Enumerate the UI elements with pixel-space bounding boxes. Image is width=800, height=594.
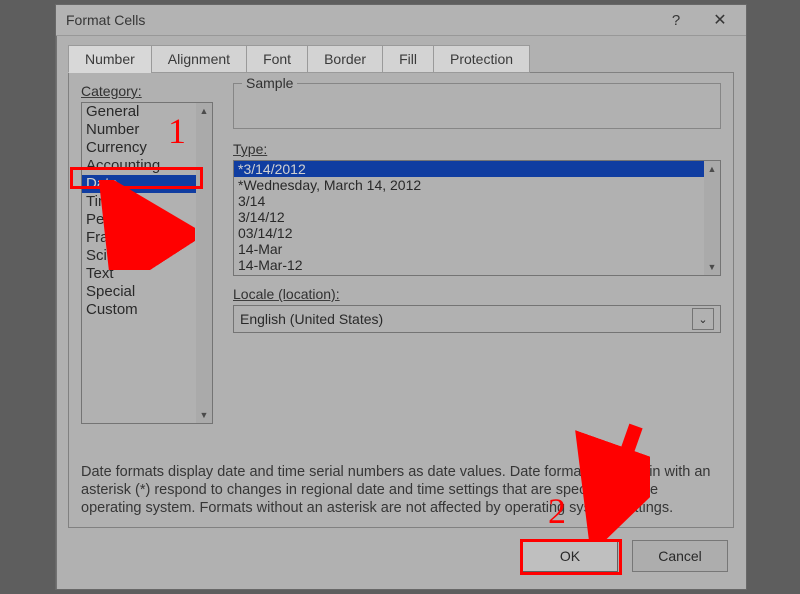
tab-font[interactable]: Font [246,45,308,73]
tab-protection[interactable]: Protection [433,45,530,73]
tab-border[interactable]: Border [307,45,383,73]
type-item-0[interactable]: *3/14/2012 [234,161,704,177]
category-item-number[interactable]: Number [82,121,196,139]
type-item-3[interactable]: 3/14/12 [234,209,704,225]
category-item-custom[interactable]: Custom [82,301,196,319]
sample-label: Sample [242,75,297,91]
type-item-1[interactable]: *Wednesday, March 14, 2012 [234,177,704,193]
category-label: Category: [81,83,213,99]
type-item-5[interactable]: 14-Mar [234,241,704,257]
dialog-client: Number Alignment Font Border Fill Protec… [68,37,734,577]
locale-value: English (United States) [240,311,383,327]
category-item-accounting[interactable]: Accounting [82,157,196,175]
tab-alignment[interactable]: Alignment [151,45,247,73]
category-scrollbar[interactable] [196,103,212,423]
type-scrollbar[interactable] [704,161,720,275]
category-item-date[interactable]: Date [82,175,196,193]
titlebar: Format Cells ? ✕ [56,5,746,36]
tab-number[interactable]: Number [68,45,152,73]
tab-strip: Number Alignment Font Border Fill Protec… [68,45,734,73]
category-item-currency[interactable]: Currency [82,139,196,157]
type-item-2[interactable]: 3/14 [234,193,704,209]
category-item-fraction[interactable]: Fraction [82,229,196,247]
category-item-time[interactable]: Time [82,193,196,211]
tab-fill[interactable]: Fill [382,45,434,73]
cancel-button[interactable]: Cancel [632,540,728,572]
tab-panel-number: Category: General Number Currency Accoun… [68,72,734,528]
type-item-6[interactable]: 14-Mar-12 [234,257,704,273]
locale-dropdown[interactable]: English (United States) ⌄ [233,305,721,333]
help-button[interactable]: ? [654,6,698,34]
format-cells-dialog: Format Cells ? ✕ Number Alignment Font B… [55,4,747,590]
type-item-4[interactable]: 03/14/12 [234,225,704,241]
locale-label: Locale (location): [233,286,721,302]
dialog-button-row: OK Cancel [68,540,734,572]
type-label: Type: [233,141,721,157]
chevron-down-icon: ⌄ [692,308,714,330]
category-item-text[interactable]: Text [82,265,196,283]
type-listbox[interactable]: *3/14/2012 *Wednesday, March 14, 2012 3/… [233,160,721,276]
close-button[interactable]: ✕ [698,6,742,34]
category-item-general[interactable]: General [82,103,196,121]
category-item-percentage[interactable]: Percentage [82,211,196,229]
category-listbox[interactable]: General Number Currency Accounting Date … [81,102,213,424]
category-item-special[interactable]: Special [82,283,196,301]
ok-button[interactable]: OK [522,540,618,572]
dialog-title: Format Cells [66,12,654,28]
category-item-scientific[interactable]: Scientific [82,247,196,265]
format-description: Date formats display date and time seria… [81,463,721,517]
sample-group: Sample [233,83,721,129]
